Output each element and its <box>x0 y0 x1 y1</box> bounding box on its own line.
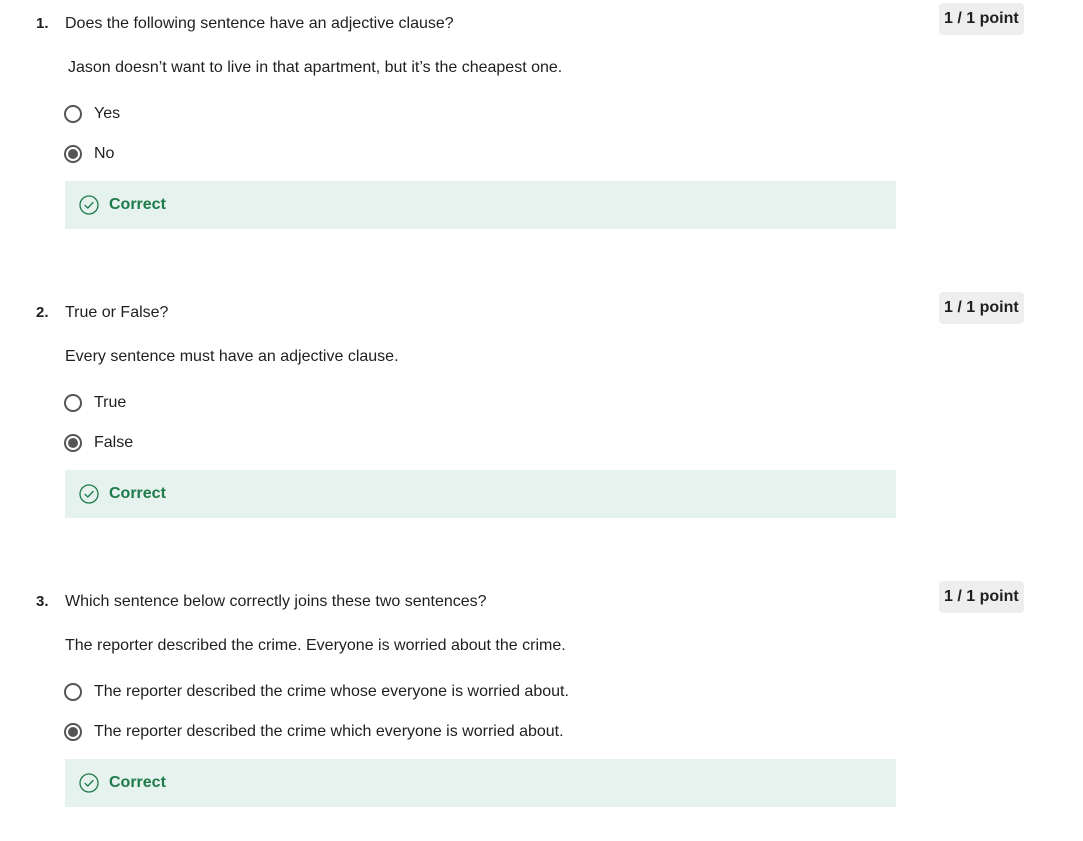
question-prompt: Jason doesn’t want to live in that apart… <box>68 59 563 76</box>
option-label: Yes <box>94 105 121 122</box>
check-circle-icon <box>79 195 99 215</box>
points-badge: 1 / 1 point <box>939 292 1024 324</box>
option-label: True <box>94 394 127 411</box>
radio-button[interactable] <box>64 105 82 123</box>
question-number: 1. <box>36 15 49 32</box>
feedback-label: Correct <box>109 485 166 502</box>
option-label: The reporter described the crime which e… <box>94 723 564 740</box>
points-badge: 1 / 1 point <box>939 581 1024 613</box>
option-false[interactable]: False <box>64 432 133 454</box>
question-title: Does the following sentence have an adje… <box>65 15 454 32</box>
feedback-label: Correct <box>109 196 166 213</box>
check-circle-icon <box>79 773 99 793</box>
option-whose[interactable]: The reporter described the crime whose e… <box>64 681 569 703</box>
option-which[interactable]: The reporter described the crime which e… <box>64 721 564 743</box>
radio-button[interactable] <box>64 394 82 412</box>
radio-button-selected[interactable] <box>64 434 82 452</box>
radio-button-selected[interactable] <box>64 145 82 163</box>
question-prompt: The reporter described the crime. Everyo… <box>65 637 566 654</box>
feedback-correct: Correct <box>65 181 896 229</box>
points-badge: 1 / 1 point <box>939 3 1024 35</box>
question-title: True or False? <box>65 304 169 321</box>
radio-button-selected[interactable] <box>64 723 82 741</box>
option-true[interactable]: True <box>64 392 126 414</box>
feedback-label: Correct <box>109 774 166 791</box>
question-number: 2. <box>36 304 49 321</box>
option-label: False <box>94 434 134 451</box>
option-yes[interactable]: Yes <box>64 103 120 125</box>
feedback-correct: Correct <box>65 470 896 518</box>
question-title: Which sentence below correctly joins the… <box>65 593 487 610</box>
radio-button[interactable] <box>64 683 82 701</box>
feedback-correct: Correct <box>65 759 896 807</box>
option-no[interactable]: No <box>64 143 114 165</box>
option-label: No <box>94 145 115 162</box>
question-prompt: Every sentence must have an adjective cl… <box>65 348 399 365</box>
option-label: The reporter described the crime whose e… <box>94 683 569 700</box>
check-circle-icon <box>79 484 99 504</box>
quiz-results-page: 1. Does the following sentence have an a… <box>0 0 1083 841</box>
question-number: 3. <box>36 593 49 610</box>
